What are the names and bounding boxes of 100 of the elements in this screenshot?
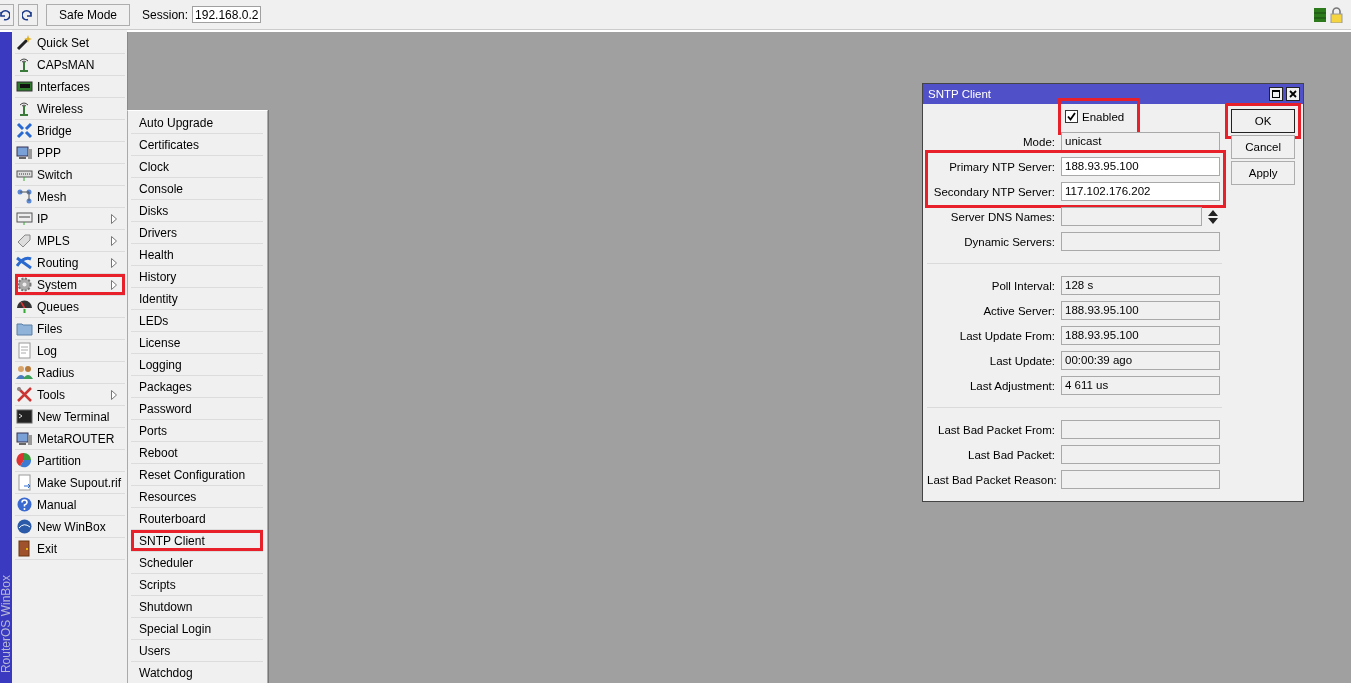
menu-item[interactable]: MetaROUTER: [15, 428, 125, 450]
nodes-icon: [16, 188, 33, 205]
redo-button[interactable]: [18, 3, 38, 26]
field-label: Last Bad Packet:: [967, 448, 1055, 461]
menu-item[interactable]: System: [15, 274, 125, 296]
submenu-item[interactable]: Resources: [131, 486, 263, 508]
menu-item[interactable]: IP: [15, 208, 125, 230]
menu-item[interactable]: Queues: [15, 296, 125, 318]
computer-icon: [16, 144, 33, 161]
arrows-icon: [16, 122, 33, 139]
dialog-button[interactable]: Apply: [1231, 161, 1295, 185]
undo-icon: [0, 8, 10, 21]
menu-item[interactable]: CAPsMAN: [15, 54, 125, 76]
menu-item[interactable]: New Terminal: [15, 406, 125, 428]
ip-icon: [16, 210, 33, 227]
enabled-checkbox[interactable]: [1065, 110, 1078, 123]
users-icon: [16, 364, 33, 381]
submenu-item[interactable]: Special Login: [131, 618, 263, 640]
menu-item[interactable]: Log: [15, 340, 125, 362]
readonly-field: 00:00:39 ago: [1061, 351, 1220, 370]
help-icon: [16, 496, 33, 513]
submenu-item[interactable]: Scripts: [131, 574, 263, 596]
field-label: Last Bad Packet From:: [937, 423, 1055, 436]
wand-icon: [16, 34, 33, 51]
menu-item[interactable]: Quick Set: [15, 32, 125, 54]
submenu-item[interactable]: Packages: [131, 376, 263, 398]
menu-item[interactable]: Radius: [15, 362, 125, 384]
submenu-item[interactable]: Password: [131, 398, 263, 420]
menu-item[interactable]: Make Supout.rif: [15, 472, 125, 494]
submenu-item[interactable]: Health: [131, 244, 263, 266]
menu-item[interactable]: Manual: [15, 494, 125, 516]
safe-mode-button[interactable]: Safe Mode: [46, 3, 131, 26]
submenu-item[interactable]: Ports: [131, 420, 263, 442]
menu-item[interactable]: Partition: [15, 450, 125, 472]
field-label: Secondary NTP Server:: [932, 185, 1055, 198]
session-field[interactable]: 192.168.0.2: [192, 6, 262, 23]
redo-icon: [22, 8, 34, 21]
lock-icon: [1330, 6, 1343, 23]
spinner-arrows-icon: [1208, 209, 1218, 224]
menu-item[interactable]: Tools: [15, 384, 125, 406]
submenu-item[interactable]: Certificates: [131, 134, 263, 156]
submenu-arrow-icon: [111, 279, 117, 290]
field-label: Last Bad Packet Reason:: [927, 473, 1055, 486]
menu-item[interactable]: Interfaces: [15, 76, 125, 98]
field-label: Mode:: [1022, 135, 1055, 148]
close-icon: [1289, 90, 1297, 98]
menu-item[interactable]: Mesh: [15, 186, 125, 208]
menu-item[interactable]: New WinBox: [15, 516, 125, 538]
door-icon: [16, 540, 33, 557]
close-button[interactable]: [1286, 87, 1300, 101]
input-field[interactable]: 188.93.95.100: [1061, 157, 1220, 176]
submenu-item[interactable]: Console: [131, 178, 263, 200]
network-card-icon: [16, 78, 33, 95]
submenu-item[interactable]: LEDs: [131, 310, 263, 332]
submenu-item[interactable]: Routerboard: [131, 508, 263, 530]
submenu-item[interactable]: Auto Upgrade: [131, 112, 263, 134]
dialog-button[interactable]: Cancel: [1231, 135, 1295, 159]
submenu-item[interactable]: Reboot: [131, 442, 263, 464]
readonly-field: 4 611 us: [1061, 376, 1220, 395]
submenu-item[interactable]: Scheduler: [131, 552, 263, 574]
menu-item[interactable]: Wireless: [15, 98, 125, 120]
menu-item[interactable]: MPLS: [15, 230, 125, 252]
menu-item[interactable]: Switch: [15, 164, 125, 186]
submenu-item[interactable]: License: [131, 332, 263, 354]
submenu-item[interactable]: Drivers: [131, 222, 263, 244]
input-field[interactable]: 117.102.176.202: [1061, 182, 1220, 201]
submenu-item[interactable]: Watchdog: [131, 662, 263, 683]
arrows-icon: [16, 254, 33, 271]
field-label: Active Server:: [982, 304, 1055, 317]
submenu-item[interactable]: Clock: [131, 156, 263, 178]
menu-item[interactable]: PPP: [15, 142, 125, 164]
status-indicator-icon: [1314, 7, 1326, 22]
submenu-arrow-icon: [111, 257, 117, 268]
menu-item[interactable]: Routing: [15, 252, 125, 274]
submenu-item[interactable]: Disks: [131, 200, 263, 222]
submenu-item[interactable]: Reset Configuration: [131, 464, 263, 486]
globe-icon: [16, 518, 33, 535]
submenu-item[interactable]: History: [131, 266, 263, 288]
field-label: Dynamic Servers:: [963, 235, 1055, 248]
enabled-option[interactable]: Enabled: [1065, 105, 1133, 128]
field-label: Last Adjustment:: [968, 379, 1055, 392]
terminal-icon: [16, 408, 33, 425]
submenu-item[interactable]: Logging: [131, 354, 263, 376]
readonly-field[interactable]: [1061, 207, 1202, 226]
menu-item[interactable]: Exit: [15, 538, 125, 560]
submenu-item[interactable]: Shutdown: [131, 596, 263, 618]
undo-button[interactable]: [0, 3, 14, 26]
maximize-button[interactable]: [1269, 87, 1283, 101]
computer-icon: [16, 430, 33, 447]
gear-icon: [16, 276, 33, 293]
maximize-icon: [1272, 90, 1280, 98]
menu-item[interactable]: Files: [15, 318, 125, 340]
menu-item[interactable]: Bridge: [15, 120, 125, 142]
submenu-item[interactable]: Identity: [131, 288, 263, 310]
submenu-item[interactable]: SNTP Client: [131, 530, 263, 552]
document-icon: [16, 342, 33, 359]
tools-icon: [16, 386, 33, 403]
submenu-item[interactable]: Users: [131, 640, 263, 662]
pie-chart-icon: [16, 452, 33, 469]
folder-icon: [16, 320, 33, 337]
